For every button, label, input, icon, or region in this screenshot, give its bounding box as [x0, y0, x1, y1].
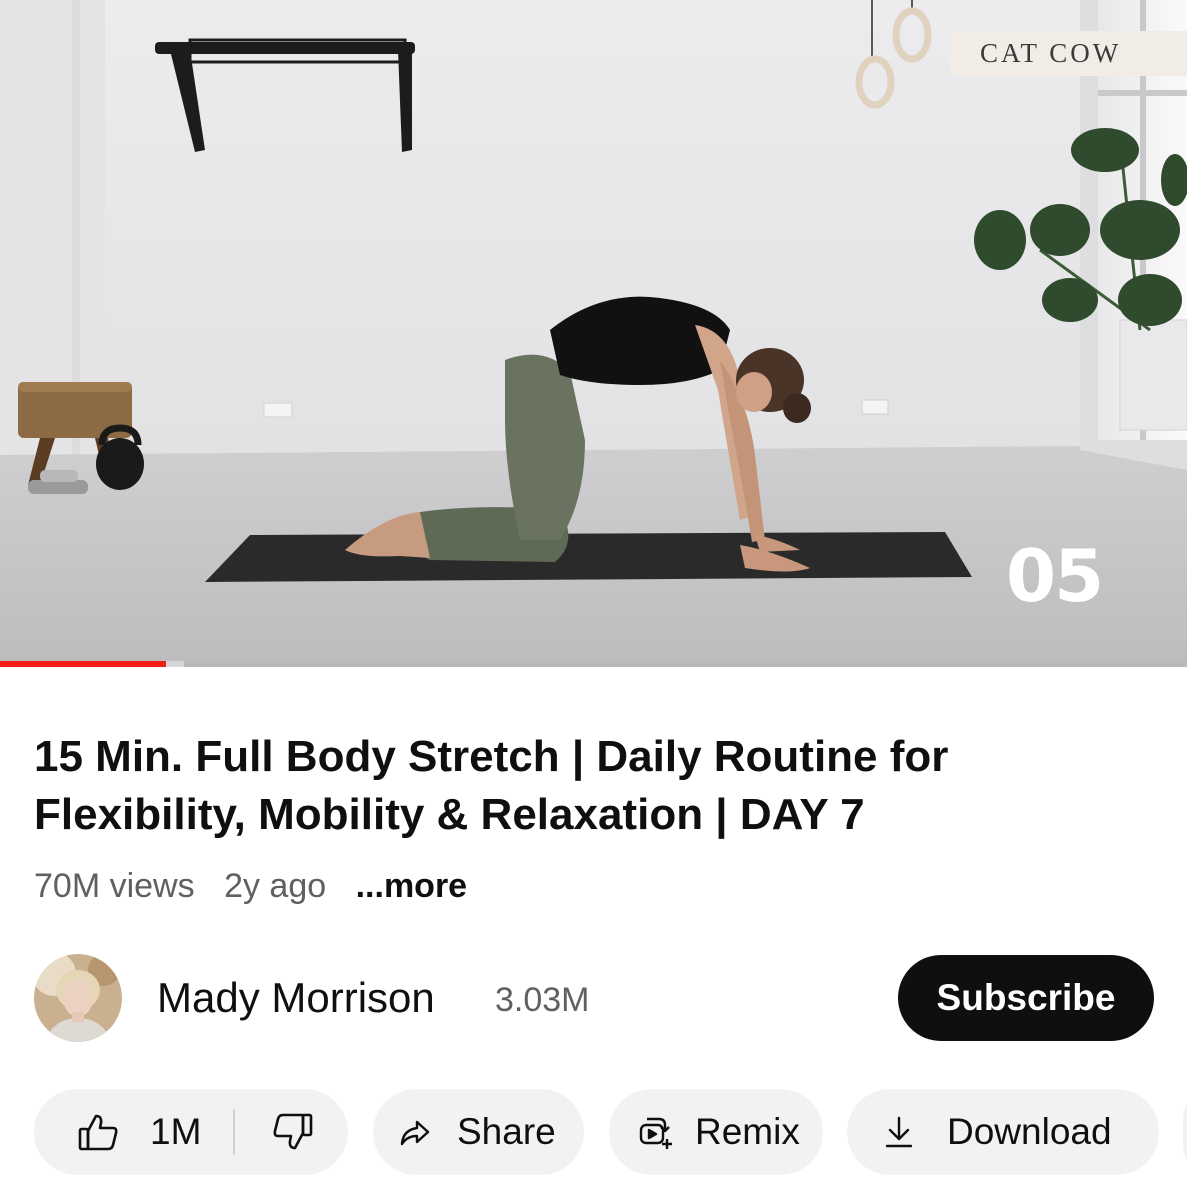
channel-name[interactable]: Mady Morrison — [157, 974, 435, 1022]
download-button[interactable]: Download — [847, 1089, 1159, 1175]
more-actions-chip[interactable] — [1183, 1089, 1187, 1175]
channel-avatar[interactable] — [34, 954, 122, 1042]
video-player[interactable]: CAT COW 05 — [0, 0, 1187, 667]
progress-played — [0, 661, 167, 667]
download-label: Download — [947, 1111, 1112, 1152]
share-button[interactable]: Share — [373, 1089, 584, 1175]
like-dislike-group: 1M — [34, 1089, 348, 1175]
avatar-image — [34, 954, 122, 1042]
chapter-number: 05 — [1006, 534, 1104, 618]
share-label: Share — [457, 1111, 556, 1152]
subscriber-count: 3.03M — [495, 981, 590, 1019]
thumbs-down-icon[interactable] — [271, 1110, 315, 1154]
share-arrow-icon — [400, 1120, 430, 1146]
chapter-label-badge: CAT COW — [950, 31, 1187, 76]
like-count: 1M — [150, 1111, 202, 1152]
view-count: 70M views — [34, 867, 195, 905]
download-icon — [885, 1116, 913, 1148]
thumbs-up-icon — [78, 1114, 118, 1151]
more-link[interactable]: ...more — [356, 867, 467, 905]
upload-age: 2y ago — [224, 867, 327, 905]
video-meta[interactable]: 70M views 2y ago ...more — [34, 866, 487, 906]
like-button[interactable]: 1M — [76, 1110, 201, 1154]
progress-bar[interactable] — [0, 661, 1187, 667]
remix-icon — [639, 1117, 672, 1149]
subscribe-button[interactable]: Subscribe — [898, 955, 1154, 1041]
video-title[interactable]: 15 Min. Full Body Stretch | Daily Routin… — [34, 728, 1154, 844]
like-divider — [233, 1109, 236, 1155]
remix-label: Remix — [695, 1111, 800, 1152]
remix-button[interactable]: Remix — [609, 1089, 823, 1175]
